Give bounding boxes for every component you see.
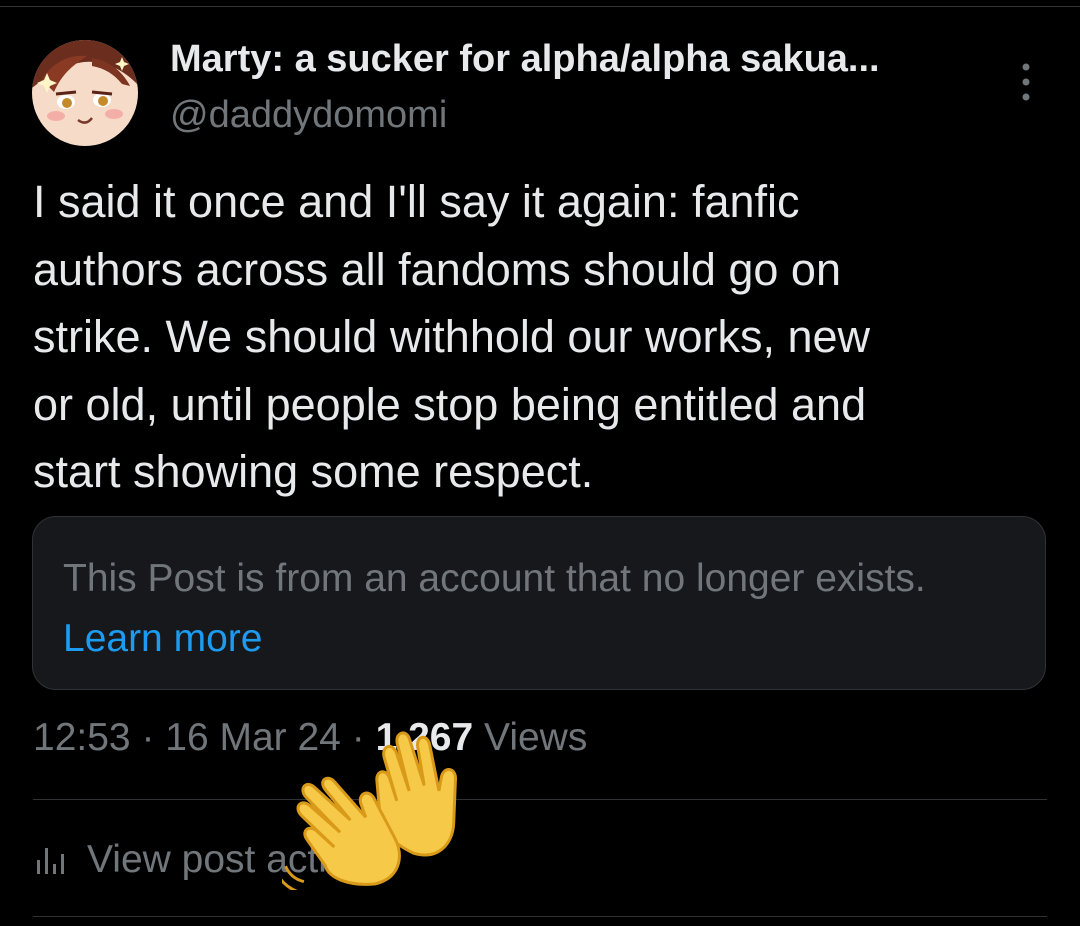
- notice-text-block: This Post is from an account that no lon…: [63, 549, 983, 669]
- views-count: 1,267: [375, 716, 474, 759]
- more-vertical-icon[interactable]: [1014, 60, 1038, 104]
- meta-separator: ·: [130, 716, 166, 759]
- author-handle[interactable]: @daddydomomi: [170, 94, 447, 137]
- meta-separator: ·: [340, 716, 376, 759]
- views-label: Views: [473, 716, 588, 759]
- bar-chart-icon: [37, 848, 64, 874]
- post-meta: 12:53 · 16 Mar 24 · 1,267 Views: [33, 716, 587, 760]
- top-divider: [0, 6, 1080, 7]
- post-time[interactable]: 12:53: [33, 716, 131, 759]
- divider: [33, 799, 1047, 800]
- notice-message: This Post is from an account that no lon…: [63, 557, 926, 600]
- divider: [33, 916, 1047, 917]
- view-post-activity-label: View post activity: [87, 838, 386, 881]
- avatar[interactable]: [32, 40, 138, 146]
- deleted-account-notice: This Post is from an account that no lon…: [32, 516, 1046, 690]
- author-display-name[interactable]: Marty: a sucker for alpha/alpha sakua...: [170, 38, 880, 81]
- view-post-activity-button[interactable]: View post activity: [33, 835, 385, 885]
- post-date[interactable]: 16 Mar 24: [165, 716, 341, 759]
- learn-more-link[interactable]: Learn more: [63, 617, 262, 660]
- post-text: I said it once and I'll say it again: fa…: [33, 176, 871, 497]
